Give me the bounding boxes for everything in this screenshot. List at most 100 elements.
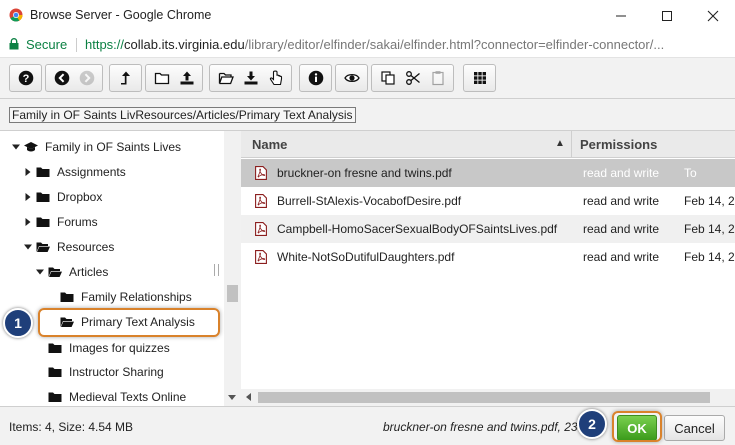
toolbar-group-up bbox=[109, 64, 142, 92]
tree-item-family-relationships[interactable]: Family Relationships bbox=[60, 285, 192, 309]
tree-item-forums[interactable]: Forums bbox=[22, 210, 98, 234]
new-folder-button[interactable] bbox=[149, 66, 174, 90]
pdf-file-icon bbox=[255, 222, 267, 236]
folder-icon bbox=[36, 216, 50, 228]
tree-item-articles[interactable]: Articles bbox=[34, 260, 108, 284]
expanded-arrow-icon[interactable] bbox=[22, 241, 34, 253]
maximize-icon bbox=[662, 10, 672, 21]
info-button[interactable] bbox=[303, 66, 328, 90]
current-path[interactable]: Family in OF Saints LivResources/Article… bbox=[9, 107, 356, 123]
tree-item-label: Family Relationships bbox=[81, 290, 192, 304]
file-permissions: read and write bbox=[583, 222, 660, 236]
tree-item-resources[interactable]: Resources bbox=[22, 235, 114, 259]
table-row[interactable]: bruckner-on fresne and twins.pdf read an… bbox=[241, 159, 735, 187]
back-button[interactable] bbox=[49, 66, 74, 90]
maximize-button[interactable] bbox=[644, 0, 690, 31]
download-button[interactable] bbox=[238, 66, 263, 90]
upload-button[interactable] bbox=[174, 66, 199, 90]
scroll-down-arrow-icon[interactable] bbox=[228, 395, 236, 400]
minimize-button[interactable] bbox=[598, 0, 644, 31]
forward-icon bbox=[79, 70, 94, 86]
resize-grip-icon[interactable] bbox=[214, 264, 219, 276]
info-icon bbox=[308, 70, 323, 86]
tree-item-assignments[interactable]: Assignments bbox=[22, 160, 126, 184]
collapsed-arrow-icon[interactable] bbox=[22, 191, 34, 203]
up-folder-icon bbox=[120, 71, 130, 85]
folder-icon bbox=[36, 191, 50, 203]
file-permissions: read and write bbox=[583, 194, 660, 208]
url-path: /library/editor/elfinder/sakai/elfinder.… bbox=[244, 37, 665, 52]
tree-scrollbar-thumb[interactable] bbox=[227, 285, 238, 302]
help-button[interactable]: ? bbox=[13, 66, 38, 90]
toolbar-group-history bbox=[45, 64, 103, 92]
tree-item-label: Resources bbox=[57, 240, 115, 254]
close-button[interactable] bbox=[690, 0, 735, 31]
select-icon bbox=[269, 70, 282, 86]
tree-item-medieval-texts-online[interactable]: Medieval Texts Online bbox=[48, 385, 186, 406]
tree-item-dropbox[interactable]: Dropbox bbox=[22, 185, 102, 209]
path-bar: Family in OF Saints LivResources/Article… bbox=[0, 99, 735, 131]
tree-item-label: Articles bbox=[69, 265, 109, 279]
up-folder-button[interactable] bbox=[113, 66, 138, 90]
tree-item-label: Forums bbox=[57, 215, 98, 229]
collapsed-arrow-icon[interactable] bbox=[22, 166, 34, 178]
table-row[interactable]: Burrell-StAlexis-VocabofDesire.pdf read … bbox=[241, 187, 735, 215]
column-header-name[interactable]: Name bbox=[252, 137, 287, 152]
view-grid-button[interactable] bbox=[467, 66, 492, 90]
cancel-button[interactable]: Cancel bbox=[664, 415, 725, 441]
expanded-arrow-icon[interactable] bbox=[34, 266, 46, 278]
sort-ascending-icon[interactable]: ▲ bbox=[555, 138, 565, 149]
file-permissions: read and write bbox=[583, 166, 660, 180]
tree-item-label: Dropbox bbox=[57, 190, 103, 204]
tree-item-label: Images for quizzes bbox=[69, 341, 170, 355]
view-grid-icon bbox=[473, 72, 486, 84]
open-icon bbox=[218, 72, 234, 85]
url-scheme: https:// bbox=[85, 37, 125, 52]
file-date: Feb 14, 2 bbox=[684, 194, 735, 208]
open-button[interactable] bbox=[213, 66, 238, 90]
forward-button[interactable] bbox=[74, 66, 99, 90]
collapsed-arrow-icon[interactable] bbox=[22, 216, 34, 228]
preview-button[interactable] bbox=[339, 66, 364, 90]
horizontal-scrollbar-thumb[interactable] bbox=[258, 392, 710, 403]
lock-icon bbox=[9, 38, 19, 50]
scroll-left-arrow-icon[interactable] bbox=[246, 393, 251, 401]
tree-scrollbar[interactable] bbox=[224, 131, 241, 406]
file-list-horizontal-scrollbar[interactable] bbox=[241, 389, 735, 406]
help-icon: ? bbox=[18, 70, 33, 86]
preview-icon bbox=[343, 73, 360, 83]
tree-item-family-in-of-saints-lives[interactable]: Family in OF Saints Lives bbox=[10, 135, 181, 159]
tree-item-label: Medieval Texts Online bbox=[69, 390, 187, 404]
file-date: Feb 14, 2 bbox=[684, 222, 735, 236]
window-titlebar: Browse Server - Google Chrome bbox=[0, 0, 735, 31]
paste-button[interactable] bbox=[425, 66, 450, 90]
toolbar-group-edit bbox=[371, 64, 454, 92]
course-icon bbox=[24, 141, 38, 153]
select-button[interactable] bbox=[263, 66, 288, 90]
file-list: Name ▲ Permissions bruckner-on fresne an… bbox=[241, 131, 735, 406]
toolbar-group-info bbox=[299, 64, 332, 92]
url-text[interactable]: https://collab.its.virginia.edu/library/… bbox=[85, 37, 664, 52]
expanded-arrow-icon[interactable] bbox=[10, 141, 22, 153]
cut-button[interactable] bbox=[400, 66, 425, 90]
callout-badge-1: 1 bbox=[3, 308, 33, 338]
tree-item-instructor-sharing[interactable]: Instructor Sharing bbox=[48, 360, 164, 384]
table-row[interactable]: Campbell-HomoSacerSexualBodyOFSaintsLive… bbox=[241, 215, 735, 243]
address-bar[interactable]: Secure https://collab.its.virginia.edu/l… bbox=[0, 31, 735, 58]
secure-label: Secure bbox=[26, 37, 68, 52]
column-header-permissions[interactable]: Permissions bbox=[571, 131, 735, 158]
table-row[interactable]: White-NotSoDutifulDaughters.pdf read and… bbox=[241, 243, 735, 271]
copy-button[interactable] bbox=[375, 66, 400, 90]
highlight-primary-text-analysis bbox=[38, 308, 220, 337]
folder-open-icon bbox=[48, 266, 62, 278]
folder-icon bbox=[60, 291, 74, 303]
table-header: Name ▲ Permissions bbox=[241, 131, 735, 158]
file-name: Burrell-StAlexis-VocabofDesire.pdf bbox=[277, 194, 462, 208]
file-date: Feb 14, 2 bbox=[684, 250, 735, 264]
toolbar-group-preview bbox=[335, 64, 368, 92]
pdf-file-icon bbox=[255, 250, 267, 264]
new-folder-icon bbox=[154, 72, 169, 85]
file-name: Campbell-HomoSacerSexualBodyOFSaintsLive… bbox=[277, 222, 558, 236]
tree-item-images-for-quizzes[interactable]: Images for quizzes bbox=[48, 336, 170, 360]
address-separator bbox=[76, 38, 77, 52]
